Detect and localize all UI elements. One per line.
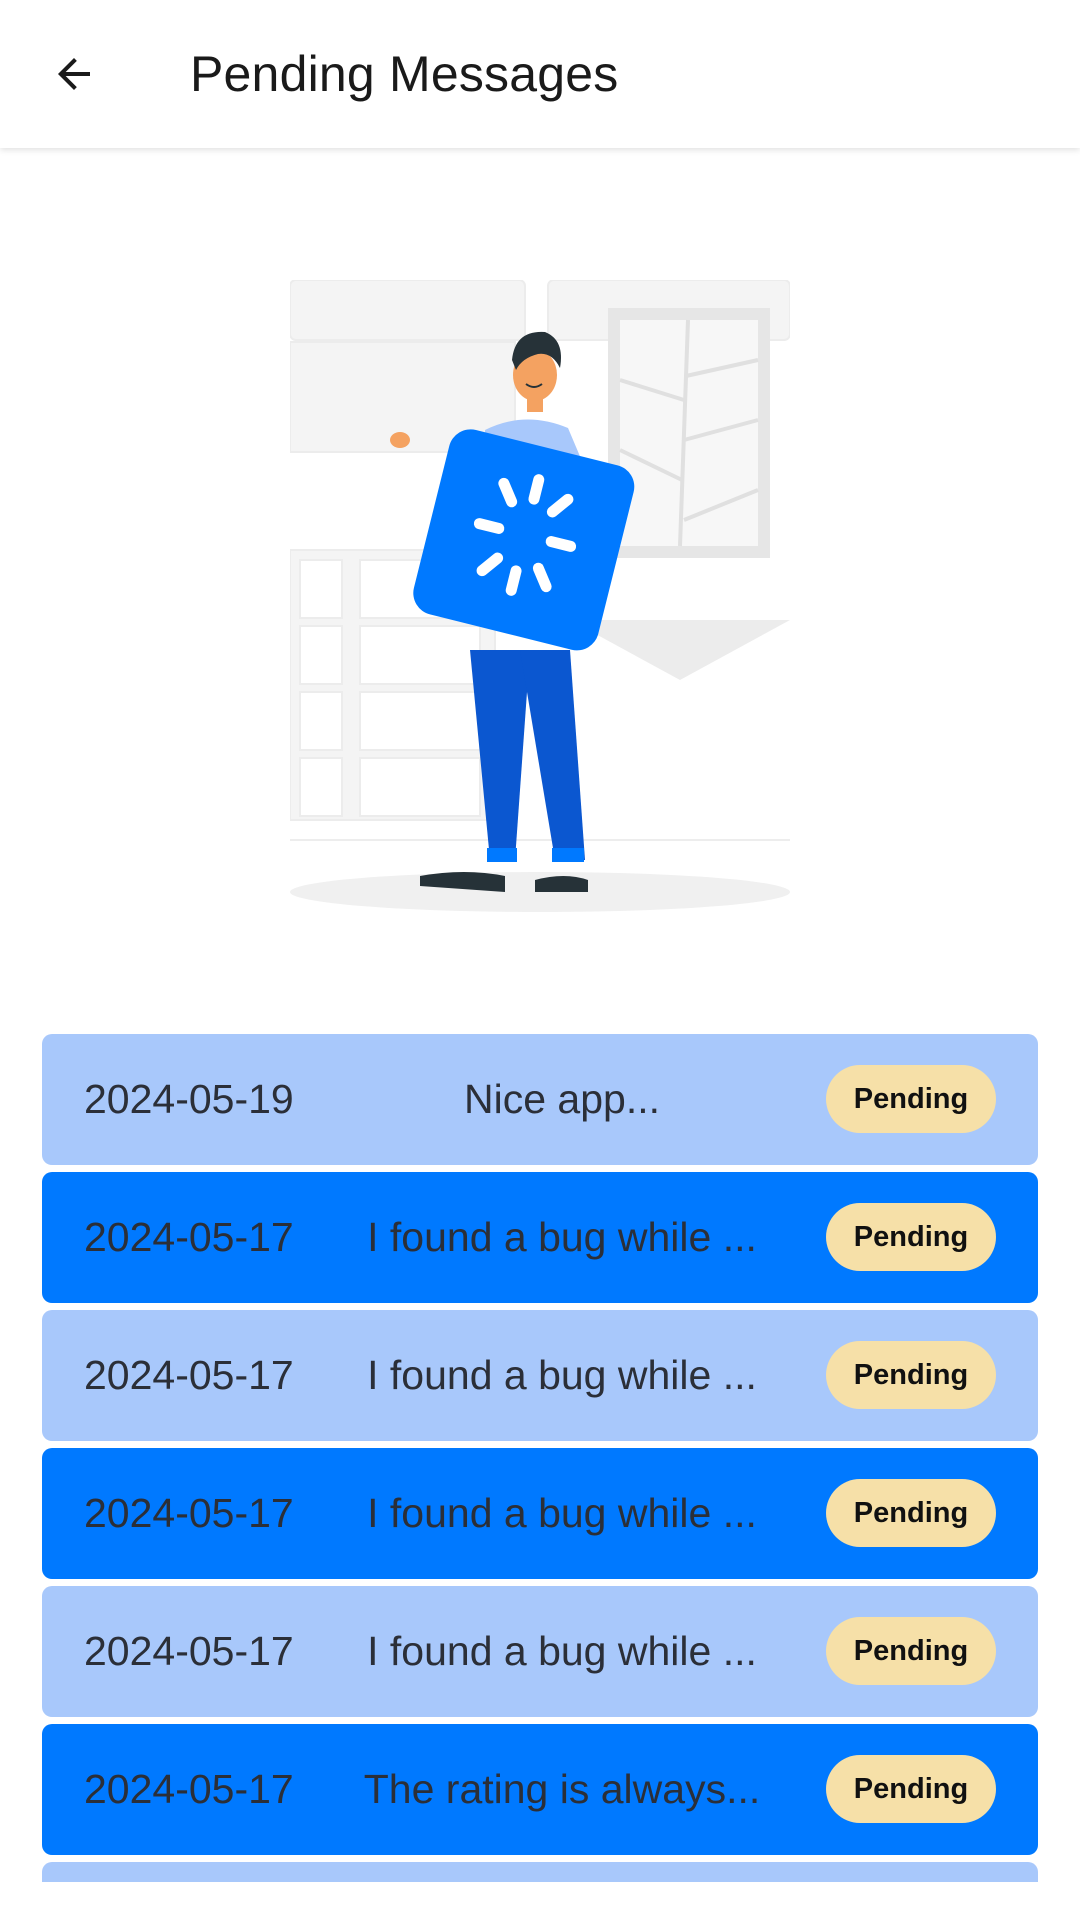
app-bar: Pending Messages (0, 0, 1080, 148)
status-badge: Pending (826, 1203, 996, 1271)
status-badge: Pending (826, 1617, 996, 1685)
list-item[interactable]: 2024-05-17 I found a bug while ... Pendi… (42, 1310, 1038, 1441)
list-item[interactable]: 2024-05-17 I found a bug while ... Pendi… (42, 1172, 1038, 1303)
back-button[interactable] (40, 40, 108, 108)
list-item[interactable]: 2024-05-19 Nice app... Pending (42, 1034, 1038, 1165)
message-preview: I found a bug while ... (367, 1490, 757, 1536)
message-date: 2024-05-17 (84, 1628, 294, 1674)
arrow-left-icon (58, 58, 90, 90)
pending-illustration (290, 280, 790, 912)
message-date: 2024-05-17 (84, 1490, 294, 1536)
status-badge: Pending (826, 1065, 996, 1133)
message-date: 2024-05-17 (84, 1766, 294, 1812)
list-item-partial[interactable] (42, 1862, 1038, 1882)
page-title: Pending Messages (190, 46, 619, 102)
message-preview: I found a bug while ... (367, 1628, 757, 1674)
message-preview: I found a bug while ... (367, 1214, 757, 1260)
message-preview: Nice app... (464, 1076, 660, 1122)
message-date: 2024-05-17 (84, 1352, 294, 1398)
list-item[interactable]: 2024-05-17 The rating is always... Pendi… (42, 1724, 1038, 1855)
pending-messages-list: 2024-05-19 Nice app... Pending 2024-05-1… (42, 1034, 1038, 1882)
list-item[interactable]: 2024-05-17 I found a bug while ... Pendi… (42, 1586, 1038, 1717)
status-badge: Pending (826, 1341, 996, 1409)
message-preview: I found a bug while ... (367, 1352, 757, 1398)
list-item[interactable]: 2024-05-17 I found a bug while ... Pendi… (42, 1448, 1038, 1579)
status-badge: Pending (826, 1755, 996, 1823)
status-badge: Pending (826, 1479, 996, 1547)
message-preview: The rating is always... (363, 1766, 761, 1812)
message-date: 2024-05-19 (84, 1076, 294, 1122)
message-date: 2024-05-17 (84, 1214, 294, 1260)
